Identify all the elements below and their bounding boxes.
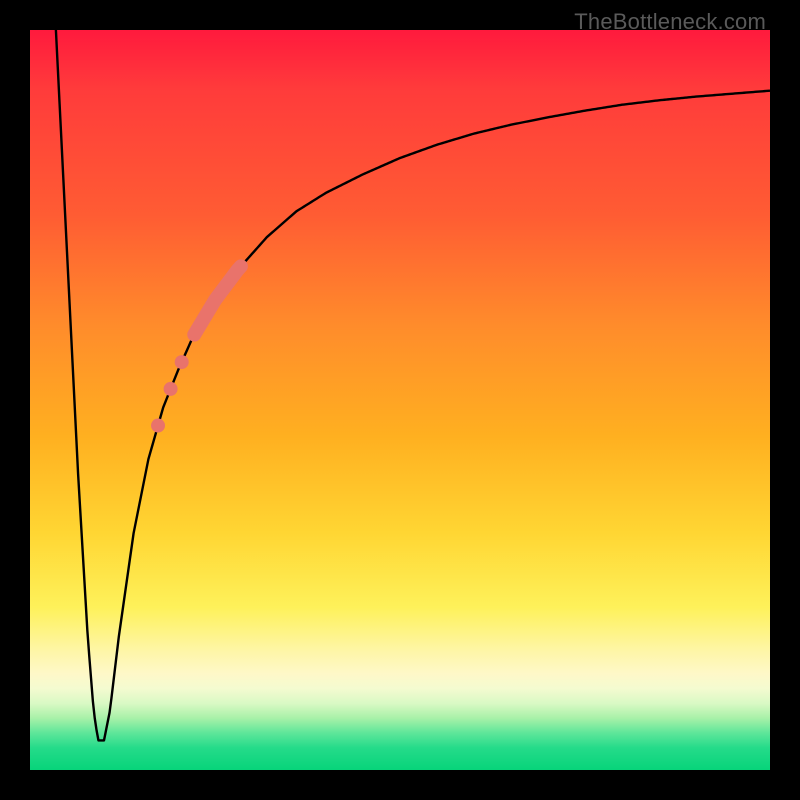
highlight-dot-2	[151, 419, 165, 433]
highlight-dots	[151, 355, 189, 432]
chart-overlay	[30, 30, 770, 770]
chart-frame: TheBottleneck.com	[0, 0, 800, 800]
highlight-dot-1	[164, 382, 178, 396]
highlight-segment	[194, 266, 241, 334]
highlight-dot-0	[175, 355, 189, 369]
bottleneck-curve	[56, 30, 770, 740]
